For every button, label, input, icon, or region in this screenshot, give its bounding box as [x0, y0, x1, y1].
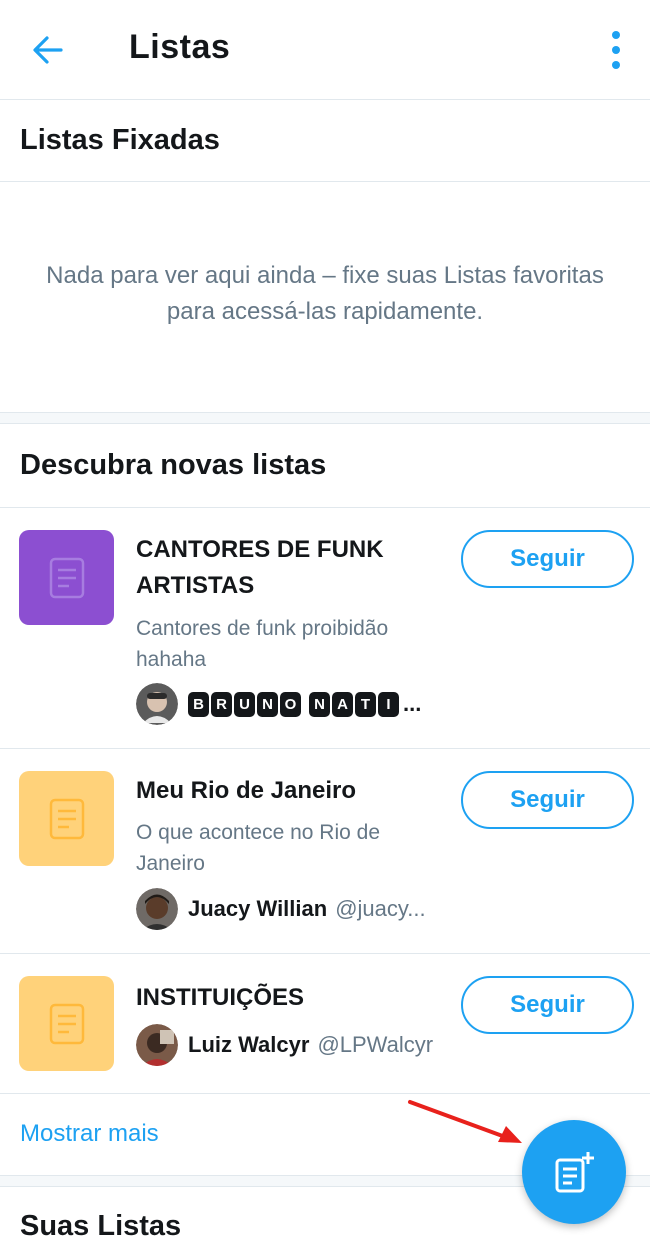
- avatar: [136, 888, 178, 930]
- top-bar: Listas: [0, 0, 650, 100]
- owner-name: Luiz Walcyr: [188, 1032, 310, 1057]
- list-owner[interactable]: Luiz Walcyr @LPWalcyr: [136, 1024, 446, 1066]
- list-name: INSTITUIÇÕES: [136, 984, 305, 1011]
- more-vertical-icon: [612, 31, 620, 69]
- list-icon: [49, 798, 84, 839]
- pinned-empty-message: Nada para ver aqui ainda – fixe suas Lis…: [46, 262, 604, 325]
- owner-name-stylized: B R U N O N A T I: [188, 691, 401, 717]
- owner-letter: A: [332, 691, 353, 717]
- list-name: CANTORES DE FUNK ARTISTAS: [136, 536, 384, 599]
- pinned-lists-title: Listas Fixadas: [20, 124, 220, 156]
- owner-letter: N: [257, 691, 278, 717]
- list-thumbnail: [19, 976, 114, 1071]
- owner-letter: N: [309, 691, 330, 717]
- owner-handle: @juacy...: [335, 896, 426, 921]
- create-list-fab[interactable]: [522, 1120, 626, 1224]
- follow-button[interactable]: Seguir: [461, 976, 634, 1034]
- avatar: [136, 1024, 178, 1066]
- back-button[interactable]: [24, 26, 72, 74]
- discover-lists-title: Descubra novas listas: [20, 449, 327, 481]
- divider: [0, 181, 650, 182]
- list-icon: [49, 1003, 84, 1044]
- list-owner[interactable]: B R U N O N A T I ...: [136, 683, 446, 725]
- list-thumbnail: [19, 771, 114, 866]
- page-title: Listas: [129, 28, 231, 66]
- follow-button[interactable]: Seguir: [461, 530, 634, 588]
- list-item-cantores-de-funk[interactable]: CANTORES DE FUNK ARTISTAS Cantores de fu…: [0, 508, 650, 749]
- list-item-instituicoes[interactable]: INSTITUIÇÕES Luiz Walcyr @LPWalcyr Segui…: [0, 954, 650, 1094]
- owner-handle: @LPWalcyr: [317, 1032, 434, 1057]
- owner-letter: B: [188, 691, 209, 717]
- more-options-button[interactable]: [596, 26, 636, 74]
- back-arrow-icon: [33, 36, 63, 64]
- follow-button[interactable]: Seguir: [461, 771, 634, 829]
- list-description: O que acontece no Rio de Janeiro: [136, 821, 381, 875]
- list-thumbnail: [19, 530, 114, 625]
- owner-letter: O: [280, 691, 301, 717]
- list-name: Meu Rio de Janeiro: [136, 777, 357, 804]
- owner-name: Juacy Willian: [188, 896, 328, 921]
- owner-letter: I: [378, 691, 399, 717]
- list-owner[interactable]: Juacy Willian @juacy...: [136, 888, 446, 930]
- owner-letter: U: [234, 691, 255, 717]
- new-list-icon: [555, 1152, 594, 1193]
- your-lists-title: Suas Listas: [20, 1210, 182, 1239]
- owner-letter: T: [355, 691, 376, 717]
- annotation-arrow-icon: [408, 1100, 522, 1143]
- truncation-ellipsis: ...: [403, 691, 422, 716]
- section-separator: [0, 412, 650, 424]
- avatar: [136, 683, 178, 725]
- list-item-meu-rio-de-janeiro[interactable]: Meu Rio de Janeiro O que acontece no Rio…: [0, 749, 650, 954]
- show-more-link[interactable]: Mostrar mais: [20, 1120, 159, 1148]
- owner-letter: R: [211, 691, 232, 717]
- list-icon: [49, 557, 84, 598]
- list-description: Cantores de funk proibidão hahaha: [136, 617, 389, 671]
